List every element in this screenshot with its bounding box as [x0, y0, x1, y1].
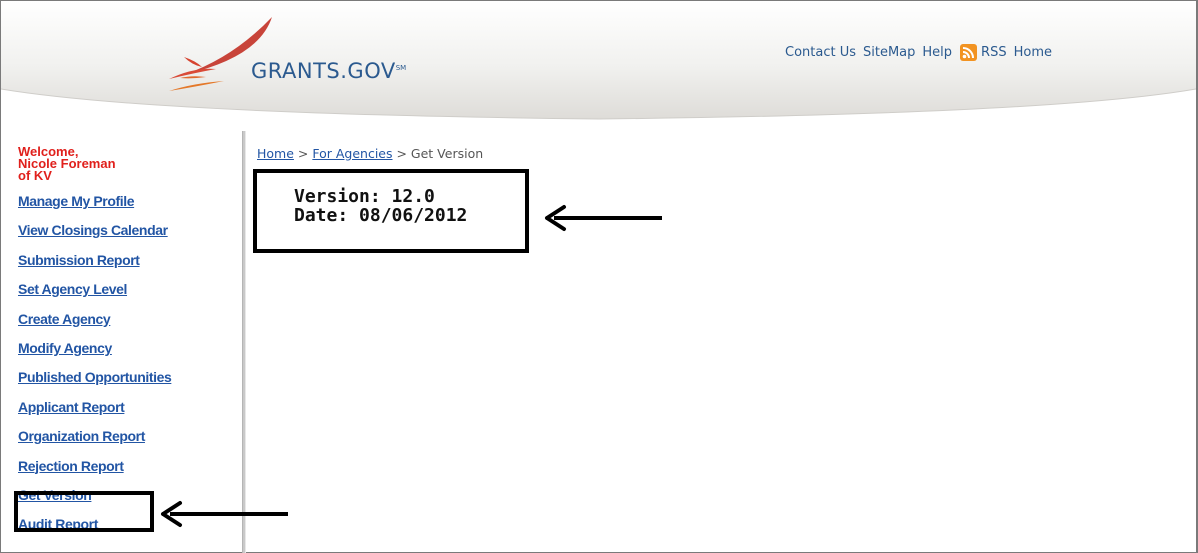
- contact-us-link[interactable]: Contact Us: [785, 45, 856, 60]
- get-version-highlight-box: [14, 491, 154, 532]
- breadcrumb-current: Get Version: [410, 146, 484, 161]
- sidebar-item-create-agency[interactable]: Create Agency: [18, 311, 240, 340]
- top-navigation: Contact Us SiteMap Help RSS Home: [785, 44, 1059, 61]
- arrow-left-icon: [161, 501, 288, 527]
- sidebar-item-published-opportunities[interactable]: Published Opportunities: [18, 369, 240, 398]
- sidebar-item-submission-report[interactable]: Submission Report: [18, 252, 240, 281]
- version-number: Version: 12.0: [294, 186, 435, 207]
- sidebar-item-modify-agency[interactable]: Modify Agency: [18, 340, 240, 369]
- rss-link[interactable]: RSS: [981, 45, 1007, 60]
- home-link[interactable]: Home: [1014, 45, 1052, 60]
- breadcrumb: Home > For Agencies > Get Version: [257, 146, 483, 161]
- sidebar-item-view-closings-calendar[interactable]: View Closings Calendar: [18, 222, 240, 251]
- sidebar-item-rejection-report[interactable]: Rejection Report: [18, 458, 240, 487]
- site-header: GRANTS.GOVSM Contact Us SiteMap Help RSS…: [1, 1, 1196, 126]
- left-sidebar: Welcome, Nicole Foreman of KV Manage My …: [18, 144, 240, 546]
- sidebar-item-applicant-report[interactable]: Applicant Report: [18, 399, 240, 428]
- breadcrumb-separator: >: [392, 146, 411, 161]
- version-date: Date: 08/06/2012: [294, 205, 468, 226]
- site-logo-text[interactable]: GRANTS.GOVSM: [251, 59, 406, 83]
- rss-icon[interactable]: [960, 44, 978, 61]
- grants-logo-swoosh-icon: [169, 17, 272, 91]
- breadcrumb-separator: >: [293, 146, 313, 161]
- sitemap-link[interactable]: SiteMap: [863, 45, 915, 60]
- arrow-left-icon: [545, 205, 662, 231]
- breadcrumb-home-link[interactable]: Home: [257, 146, 294, 161]
- breadcrumb-for-agencies-link[interactable]: For Agencies: [312, 146, 392, 161]
- welcome-message: Welcome, Nicole Foreman of KV: [18, 144, 116, 183]
- sidebar-item-manage-my-profile[interactable]: Manage My Profile: [18, 193, 240, 222]
- sidebar-item-set-agency-level[interactable]: Set Agency Level: [18, 281, 240, 310]
- sidebar-item-organization-report[interactable]: Organization Report: [18, 428, 240, 457]
- version-info: Version: 12.0 Date: 08/06/2012: [294, 187, 467, 225]
- help-link[interactable]: Help: [922, 45, 952, 60]
- sidebar-divider: [242, 131, 246, 553]
